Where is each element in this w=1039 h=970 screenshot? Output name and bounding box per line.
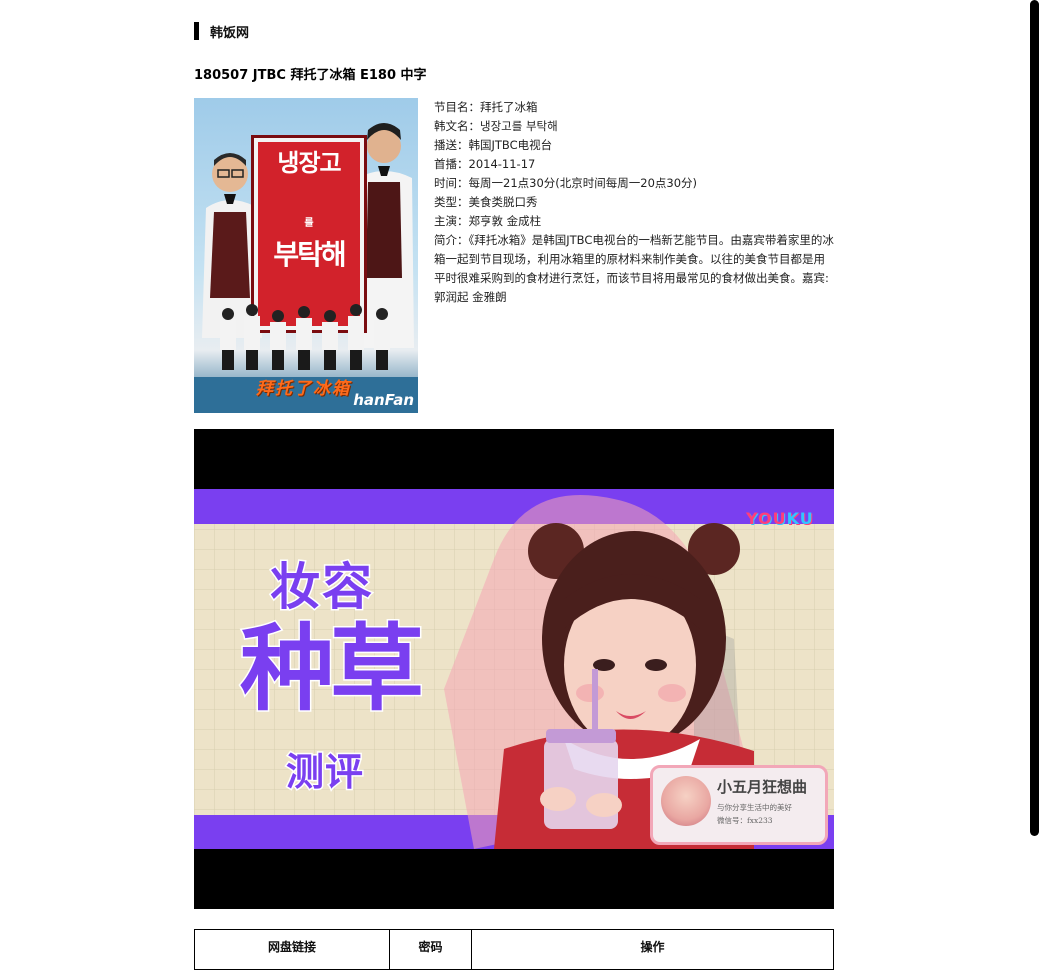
- download-table: 网盘链接 密码 操作: [194, 929, 834, 970]
- poster-sign-line1: 냉장고: [277, 149, 341, 177]
- column-header-password: 密码: [389, 929, 472, 970]
- poster-chef-crowd: [220, 304, 390, 370]
- creator-name: 小五月狂想曲: [717, 778, 808, 796]
- info-genre: 类型：美食类脱口秀: [434, 195, 538, 209]
- program-info: 节目名：拜托了冰箱 韩文名：냉장고를 부탁해 播送：韩国JTBC电视台 首播：2…: [434, 98, 834, 307]
- video-thumbnail[interactable]: YOUKU 妆容 种草 测评 小五月狂想曲 与你分享生活中的美好 微信号：fxx…: [194, 489, 834, 849]
- poster-chinese-title: 拜托了冰箱: [256, 379, 351, 399]
- info-program-name: 节目名：拜托了冰箱: [434, 100, 538, 114]
- thumbnail-headline-2: 种草: [238, 614, 425, 726]
- info-hosts: 主演：郑亨敦 金成柱: [434, 214, 542, 228]
- poster-sign-line2: 를: [304, 218, 314, 229]
- page-title: 180507 JTBC 拜托了冰箱 E180 中字: [194, 68, 427, 83]
- info-korean-name: 韩文名：냉장고를 부탁해: [434, 119, 558, 133]
- poster-sign-line3: 부탁해: [273, 238, 346, 271]
- breadcrumb: 韩饭网: [194, 22, 249, 41]
- poster-image: 냉장고 를 부탁해 拜托了冰箱 hanFan: [194, 98, 418, 413]
- poster-hanfan-logo: hanFan: [353, 391, 414, 409]
- youku-logo-part-ku: KU: [786, 509, 814, 528]
- creator-badge: 小五月狂想曲 与你分享生活中的美好 微信号：fxx233: [650, 765, 828, 845]
- youku-logo: YOUKU: [746, 509, 814, 528]
- youku-logo-part-you: YOU: [746, 509, 787, 528]
- info-broadcaster: 播送：韩国JTBC电视台: [434, 138, 553, 152]
- breadcrumb-marker: [194, 22, 199, 40]
- info-schedule: 时间：每周一21点30分(北京时间每周一20点30分): [434, 176, 698, 190]
- thumbnail-headline-3: 测评: [284, 749, 365, 796]
- info-synopsis: 简介：《拜托冰箱》是韩国JTBC电视台的一档新艺能节目。由嘉宾带着家里的冰箱一起…: [434, 233, 834, 304]
- page-scrollbar[interactable]: [1030, 0, 1039, 836]
- table-header-row: 网盘链接 密码 操作: [194, 929, 834, 970]
- creator-avatar: [661, 776, 711, 826]
- thumbnail-headline-1: 妆容: [269, 557, 374, 618]
- creator-wechat: 微信号：fxx233: [717, 816, 773, 825]
- info-premiere: 首播：2014-11-17: [434, 157, 536, 171]
- column-header-link: 网盘链接: [194, 929, 390, 970]
- column-header-action: 操作: [471, 929, 834, 970]
- video-player[interactable]: YOUKU 妆容 种草 测评 小五月狂想曲 与你分享生活中的美好 微信号：fxx…: [194, 429, 834, 909]
- breadcrumb-site-link[interactable]: 韩饭网: [210, 22, 249, 41]
- creator-tagline: 与你分享生活中的美好: [717, 803, 792, 812]
